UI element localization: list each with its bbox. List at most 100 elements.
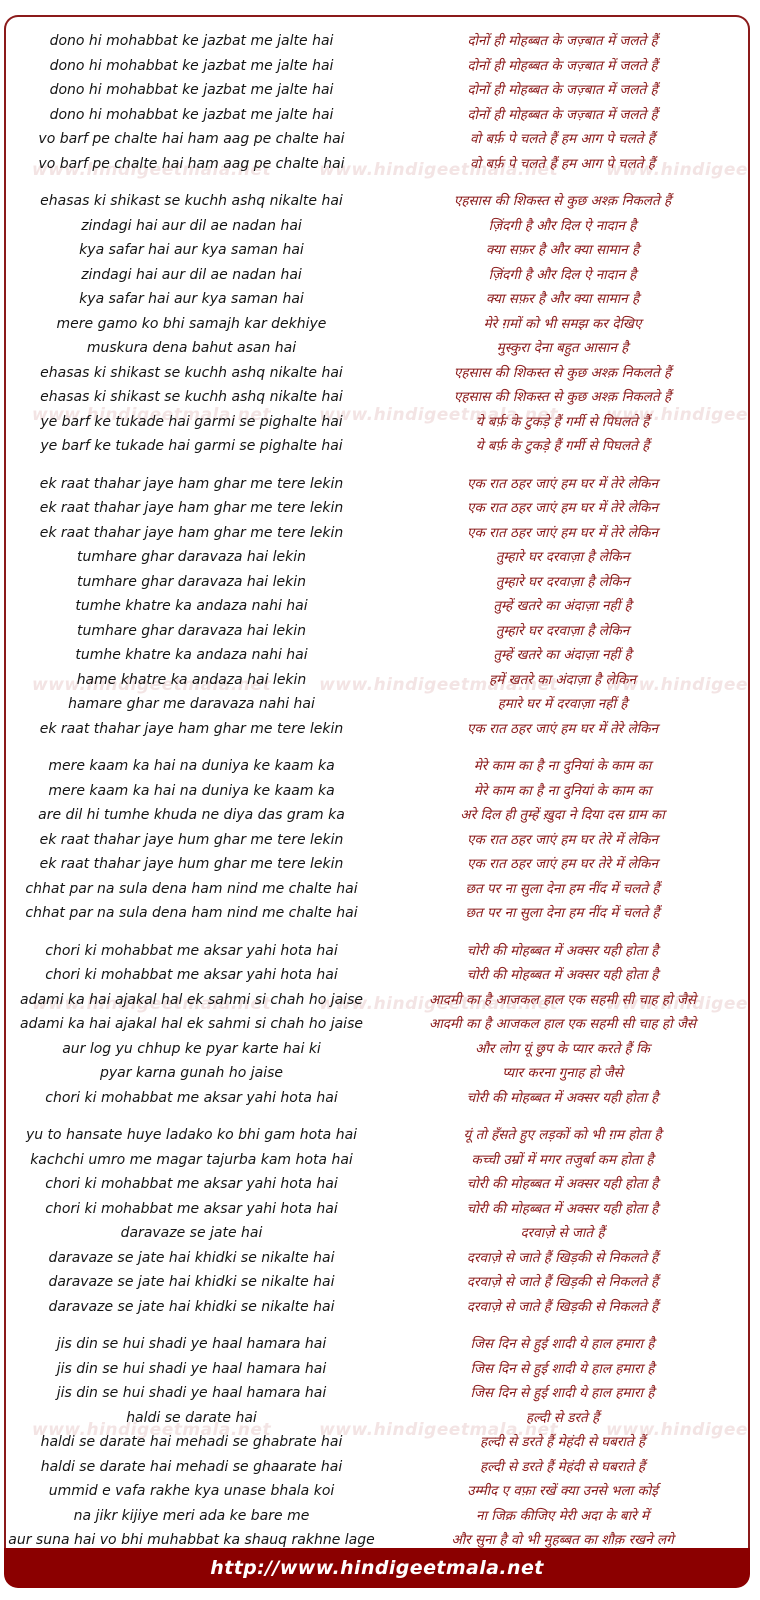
lyrics-line: vo barf pe chalte hai ham aag pe chalte … [6,127,748,152]
lyrics-line: ummid e vafa rakhe kya unase bhala koi उम… [6,1479,748,1504]
lyrics-line-devanagari: मुस्कुरा देना बहुत आसान है [496,340,629,356]
lyrics-line-roman: aur log yu chhup ke pyar karte hai ki [62,1040,321,1057]
lyrics-line-devanagari: आदमी का है आजकल हाल एक सहमी सी चाह हो जै… [429,991,696,1008]
lyrics-line-devanagari: मेरे ग़मों को भी समझ कर देखिए [483,315,642,332]
lyrics-line: daravaze se jate hai khidki se nikalte h… [6,1270,748,1295]
lyrics-line-devanagari: चोरी की मोहब्बत में अक्सर यही होता है [466,1089,659,1106]
lyrics-line: ye barf ke tukade hai garmi se pighalte … [6,434,748,459]
lyrics-line: ehasas ki shikast se kuchh ashq nikalte … [6,189,748,214]
lyrics-line-devanagari: यूं तो हँसते हुए लड़कों को भी ग़म होता ह… [463,1127,662,1143]
lyrics-line-roman: tumhare ghar daravaza hai lekin [76,573,307,590]
lyrics-line-roman: hame khatre ka andaza hai lekin [76,671,307,688]
lyrics-line-roman: tumhare ghar daravaza hai lekin [76,549,307,565]
lyrics-line-devanagari: दरवाज़े से जाते हैं खिड़की से निकलते हैं [466,1298,659,1315]
lyrics-line-roman: ek raat thahar jaye hum ghar me tere lek… [39,856,344,872]
lyrics-line-devanagari: आदमी का है आजकल हाल एक सहमी सी चाह हो जै… [429,1016,696,1032]
lyrics-line-devanagari: अरे दिल ही तुम्हें ख़ुदा ने दिया दस ग्रा… [460,807,665,823]
lyrics-line-devanagari: चोरी की मोहब्बत में अक्सर यही होता है [466,1176,659,1192]
lyrics-stanza: ek raat thahar jaye ham ghar me tere lek… [6,472,748,742]
site-url-link[interactable]: http://www.hindigeetmala.net [210,1557,543,1579]
lyrics-line-devanagari: चोरी की मोहब्बत में अक्सर यही होता है [466,1200,659,1217]
lyrics-line-devanagari: एक रात ठहर जाएं हम घर तेरे में लेकिन [467,831,658,848]
lyrics-line-devanagari: और लोग यूं छुप के प्यार करते हैं कि [475,1040,650,1057]
lyrics-line: yu to hansate huye ladako ko bhi gam hot… [6,1123,748,1148]
lyrics-line: ek raat thahar jaye ham ghar me tere lek… [6,521,748,546]
lyrics-line: zindagi hai aur dil ae nadan hai ज़िंदगी … [6,214,748,239]
lyrics-line-roman: ek raat thahar jaye ham ghar me tere lek… [39,524,344,541]
lyrics-line-roman: kya safar hai aur kya saman hai [79,242,304,258]
lyrics-line-roman: dono hi mohabbat ke jazbat me jalte hai [49,106,334,123]
lyrics-line: ek raat thahar jaye ham ghar me tere lek… [6,472,748,497]
lyrics-line-devanagari: ज़िंदगी है और दिल ऐ नादान है [488,217,637,234]
lyrics-line: adami ka hai ajakal hal ek sahmi si chah… [6,988,748,1013]
lyrics-line: jis din se hui shadi ye haal hamara hai ज… [6,1357,748,1382]
lyrics-line-roman: chori ki mohabbat me aksar yahi hota hai [45,942,338,959]
lyrics-line: tumhare ghar daravaza hai lekin तुम्हारे … [6,619,748,644]
lyrics-line: haldi se darate hai mehadi se ghaarate h… [6,1455,748,1480]
lyrics-line: ek raat thahar jaye ham ghar me tere lek… [6,717,748,742]
lyrics-line-devanagari: एहसास की शिकस्त से कुछ अश्क़ निकलते हैं [453,193,672,209]
lyrics-line-devanagari: जिस दिन से हुई शादी ये हाल हमारा है [470,1385,655,1401]
lyrics-line: chori ki mohabbat me aksar yahi hota hai… [6,1086,748,1111]
lyrics-line-roman: tumhare ghar daravaza hai lekin [76,622,307,639]
lyrics-line-devanagari: एक रात ठहर जाएं हम घर में तेरे लेकिन [467,500,658,516]
lyrics-line-devanagari: दोनों ही मोहब्बत के जज़्बात में जलते हैं [467,33,658,49]
lyrics-line-roman: ummid e vafa rakhe kya unase bhala koi [48,1483,335,1499]
lyrics-line-devanagari: ज़िंदगी है और दिल ऐ नादान है [488,266,637,283]
lyrics-line-devanagari: हल्दी से डरते हैं मेहंदी से घबराते हैं [479,1458,646,1475]
lyrics-line: chori ki mohabbat me aksar yahi hota hai… [6,1172,748,1197]
lyrics-line: daravaze se jate hai khidki se nikalte h… [6,1246,748,1271]
lyrics-line-devanagari: छत पर ना सुला देना हम नींद में चलते हैं [465,880,660,897]
lyrics-line-devanagari: तुम्हें खतरे का अंदाज़ा नहीं है [493,598,632,614]
lyrics-content: dono hi mohabbat ke jazbat me jalte hai द… [6,17,748,1548]
lyrics-line-devanagari: मेरे काम का है ना दुनियां के काम का [473,758,652,774]
lyrics-line-roman: daravaze se jate hai khidki se nikalte h… [48,1274,335,1290]
lyrics-line-devanagari: मेरे काम का है ना दुनियां के काम का [473,782,652,799]
lyrics-line-devanagari: दरवाज़े से जाते हैं खिड़की से निकलते हैं [466,1274,659,1290]
lyrics-line-roman: kachchi umro me magar tajurba kam hota h… [30,1151,353,1168]
lyrics-stanza: chori ki mohabbat me aksar yahi hota hai… [6,939,748,1111]
lyrics-line-roman: daravaze se jate hai khidki se nikalte h… [48,1249,335,1266]
lyrics-line-roman: chhat par na sula dena ham nind me chalt… [25,880,358,897]
lyrics-line: ek raat thahar jaye ham ghar me tere lek… [6,496,748,521]
lyrics-line-roman: zindagi hai aur dil ae nadan hai [81,266,302,283]
lyrics-line-devanagari: हल्दी से डरते हैं मेहंदी से घबराते हैं [479,1434,646,1450]
lyrics-line-roman: chori ki mohabbat me aksar yahi hota hai [45,1200,338,1217]
lyrics-line-devanagari: वो बर्फ़ पे चलते हैं हम आग पे चलते हैं [470,155,655,172]
lyrics-line-roman: aur suna hai vo bhi muhabbat ka shauq ra… [8,1532,375,1548]
lyrics-line-roman: haldi se darate hai [126,1409,257,1426]
lyrics-line-devanagari: दोनों ही मोहब्बत के जज़्बात में जलते हैं [467,106,658,123]
lyrics-line: daravaze se jate hai khidki se nikalte h… [6,1295,748,1320]
lyrics-line-devanagari: ना जिक्र कीजिए मेरी अदा के बारे में [476,1507,649,1524]
lyrics-line: dono hi mohabbat ke jazbat me jalte hai द… [6,29,748,54]
lyrics-line-roman: yu to hansate huye ladako ko bhi gam hot… [25,1127,358,1143]
lyrics-line: chori ki mohabbat me aksar yahi hota hai… [6,939,748,964]
lyrics-line: muskura dena bahut asan hai मुस्कुरा देना… [6,336,748,361]
lyrics-line: dono hi mohabbat ke jazbat me jalte hai द… [6,103,748,128]
lyrics-line: tumhe khatre ka andaza nahi hai तुम्हें ख… [6,594,748,619]
lyrics-line: daravaze se jate hai दरवाज़े से जाते हैं [6,1221,748,1246]
lyrics-line: kya safar hai aur kya saman hai क्या सफ़र… [6,238,748,263]
lyrics-line-roman: muskura dena bahut asan hai [86,340,297,356]
lyrics-line-roman: chori ki mohabbat me aksar yahi hota hai [45,1089,338,1106]
lyrics-line-roman: daravaze se jate hai [120,1225,263,1241]
lyrics-line: dono hi mohabbat ke jazbat me jalte hai द… [6,54,748,79]
lyrics-line-roman: dono hi mohabbat ke jazbat me jalte hai [49,57,334,74]
lyrics-line-roman: ye barf ke tukade hai garmi se pighalte … [40,413,343,430]
lyrics-line: ek raat thahar jaye hum ghar me tere lek… [6,852,748,877]
lyrics-line: tumhare ghar daravaza hai lekin तुम्हारे … [6,545,748,570]
lyrics-line: ehasas ki shikast se kuchh ashq nikalte … [6,361,748,386]
lyrics-line-devanagari: चोरी की मोहब्बत में अक्सर यही होता है [466,942,659,959]
lyrics-line: ehasas ki shikast se kuchh ashq nikalte … [6,385,748,410]
lyrics-line-roman: vo barf pe chalte hai ham aag pe chalte … [38,131,345,147]
lyrics-line-devanagari: क्या सफ़र है और क्या सामान है [485,242,640,258]
lyrics-line-roman: adami ka hai ajakal hal ek sahmi si chah… [20,1016,363,1032]
lyrics-line: kya safar hai aur kya saman hai क्या सफ़र… [6,287,748,312]
lyrics-line-devanagari: एक रात ठहर जाएं हम घर में तेरे लेकिन [467,475,658,492]
lyrics-line-roman: na jikr kijiye meri ada ke bare me [73,1507,310,1524]
lyrics-card: www.hindigeetmala.net www.hindigeetmala.n… [4,15,750,1548]
lyrics-line-roman: are dil hi tumhe khuda ne diya das gram … [38,807,345,823]
lyrics-line-devanagari: हमारे घर में दरवाज़ा नहीं है [497,696,628,712]
lyrics-line-devanagari: कच्ची उम्रों में मगर तजुर्बा कम होता है [471,1151,654,1168]
lyrics-line-roman: jis din se hui shadi ye haal hamara hai [56,1336,327,1352]
